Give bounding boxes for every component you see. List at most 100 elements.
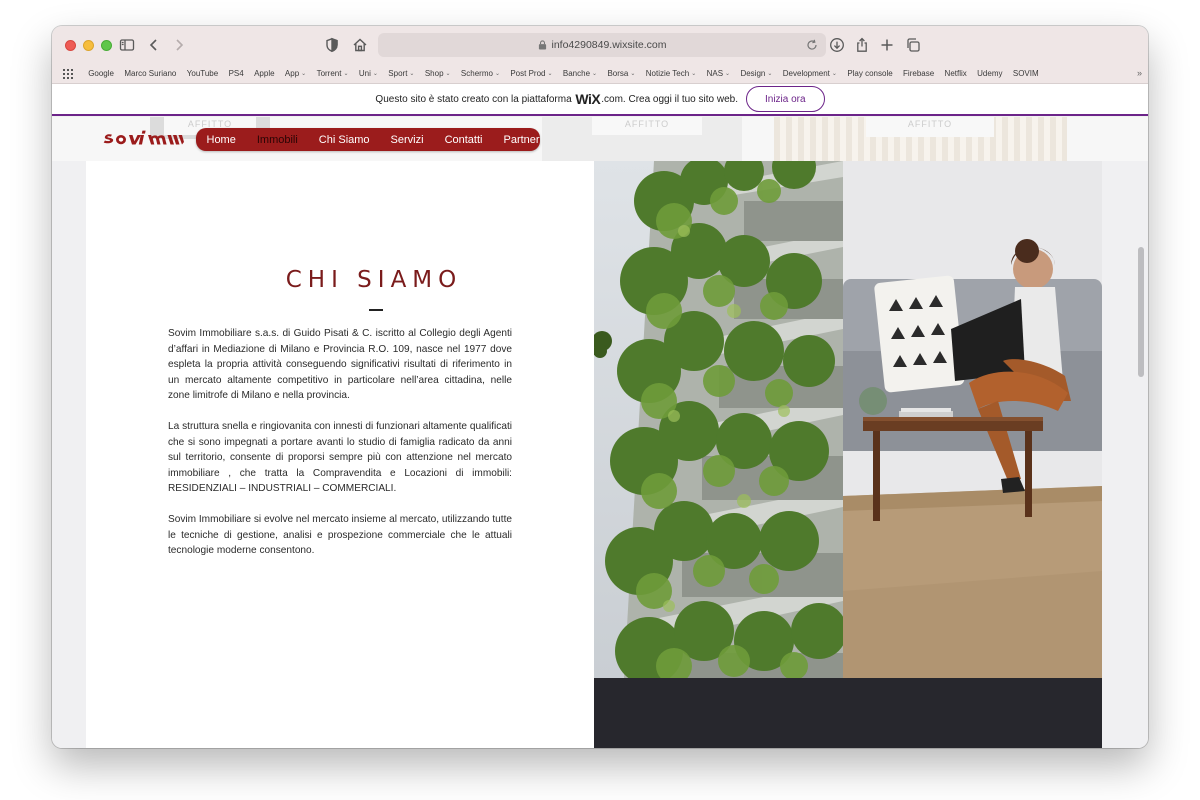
bookmark-label: Firebase [903, 69, 935, 78]
bookmark-item[interactable]: Borsa ⌄ [602, 69, 640, 78]
bookmark-item[interactable]: Shop ⌄ [420, 69, 456, 78]
nav-item-immobili[interactable]: Immobili [246, 134, 308, 146]
wix-banner-text: Questo sito è stato creato con la piatta… [375, 93, 572, 105]
bookmark-label: Shop [424, 69, 444, 78]
bookmark-label: Development [782, 69, 830, 78]
share-icon[interactable] [853, 36, 871, 54]
reload-icon[interactable] [806, 39, 818, 51]
bookmarks-bar: Google Marco Suriano YouTube PS4 Apple App ⌄ To… [52, 64, 1148, 84]
nav-item-contatti[interactable]: Contatti [434, 134, 493, 146]
bookmark-item[interactable]: Apple [249, 69, 280, 78]
chevron-down-icon: ⌄ [592, 71, 598, 77]
bookmark-item[interactable]: Netflix [939, 69, 972, 78]
bookmark-item[interactable]: PS4 [223, 69, 249, 78]
bookmark-item[interactable]: Torrent ⌄ [311, 69, 353, 78]
bookmark-label: YouTube [186, 69, 219, 78]
vertical-forest-image [594, 161, 843, 678]
section-title: CHI SIAMO [285, 267, 463, 293]
forward-icon[interactable] [170, 36, 188, 54]
wix-banner-text-after: .com. Crea oggi il tuo sito web. [601, 93, 738, 105]
bookmark-label: NAS [706, 69, 724, 78]
chevron-down-icon: ⌄ [725, 71, 731, 77]
bookmark-label: Netflix [944, 69, 967, 78]
home-icon[interactable] [351, 36, 369, 54]
bookmark-label: App [284, 69, 300, 78]
bookmark-item[interactable]: Sport ⌄ [383, 69, 420, 78]
bookmark-label: Notizie Tech [645, 69, 690, 78]
address-bar[interactable]: info4290849.wixsite.com [378, 33, 826, 57]
lock-icon [538, 40, 546, 50]
nav-item-partner[interactable]: Partner [493, 134, 550, 146]
new-tab-icon[interactable] [878, 36, 896, 54]
listing-thumb[interactable]: AFFITTO [774, 117, 1067, 161]
bookmark-item[interactable]: Development ⌄ [778, 69, 843, 78]
zoom-window-button[interactable] [101, 39, 112, 51]
bookmark-item[interactable]: Marco Suriano [119, 69, 181, 78]
bookmark-label: Torrent [316, 69, 342, 78]
bookmark-item[interactable]: YouTube [182, 69, 224, 78]
page-scrollbar[interactable] [1138, 247, 1144, 377]
chevron-down-icon: ⌄ [301, 71, 307, 77]
apps-grid-icon[interactable] [63, 68, 73, 79]
tab-overview-icon[interactable] [904, 36, 922, 54]
bookmark-item[interactable]: Schermo ⌄ [456, 69, 505, 78]
more-bookmarks-icon[interactable]: » [1137, 68, 1142, 78]
chi-siamo-section: CHI SIAMO Sovim Immobiliare s.a.s. di Gu… [86, 161, 1102, 748]
privacy-shield-icon[interactable] [323, 36, 341, 54]
page-viewport: AFFITTO AFFITTO AFFITTO Home Immobili Chi … [52, 117, 1148, 748]
nav-item-chi-siamo[interactable]: Chi Siamo [308, 134, 380, 146]
bookmark-item[interactable]: Post Prod ⌄ [505, 69, 558, 78]
title-divider [369, 309, 383, 311]
bookmark-item[interactable]: Uni ⌄ [354, 69, 383, 78]
chevron-down-icon: ⌄ [831, 71, 837, 77]
chi-siamo-paragraph: Sovim Immobiliare si evolve nel mercato … [168, 514, 512, 556]
bookmark-item[interactable]: SOVIM [1008, 69, 1044, 78]
back-icon[interactable] [145, 36, 163, 54]
bookmark-item[interactable]: App ⌄ [280, 69, 312, 78]
bookmark-label: Schermo [460, 69, 493, 78]
url-text: info4290849.wixsite.com [551, 39, 667, 51]
start-now-button[interactable]: Inizia ora [745, 86, 825, 112]
main-navigation: Home Immobili Chi Siamo Servizi Contatti Part… [196, 128, 540, 151]
browser-toolbar: info4290849.wixsite.com [52, 26, 1148, 64]
bookmark-label: Apple [254, 69, 275, 78]
nav-item-home[interactable]: Home [196, 134, 246, 146]
chevron-down-icon: ⌄ [343, 71, 349, 77]
woman-reading-image [843, 161, 1102, 678]
chevron-down-icon: ⌄ [409, 71, 415, 77]
bookmark-label: Play console [847, 69, 893, 78]
chi-siamo-paragraph: La struttura snella e ringiovanita con i… [168, 421, 512, 494]
bookmark-item[interactable]: NAS ⌄ [701, 69, 735, 78]
bookmark-item[interactable]: Design ⌄ [735, 69, 777, 78]
bookmark-item[interactable]: Banche ⌄ [558, 69, 603, 78]
bookmark-label: Design [740, 69, 766, 78]
bookmark-label: Borsa [607, 69, 629, 78]
minimize-window-button[interactable] [83, 39, 94, 51]
download-icon[interactable] [828, 36, 846, 54]
browser-window: info4290849.wixsite.com Google Marco Suri… [52, 26, 1148, 748]
listing-thumb[interactable]: AFFITTO [542, 117, 742, 161]
bookmark-label: Google [88, 69, 114, 78]
dark-footer-band [594, 678, 1102, 748]
close-window-button[interactable] [65, 39, 76, 51]
bookmark-label: Udemy [977, 69, 1003, 78]
sovim-logo[interactable] [102, 127, 184, 151]
nav-item-servizi[interactable]: Servizi [380, 134, 434, 146]
bookmark-item[interactable]: Notizie Tech ⌄ [641, 69, 702, 78]
chevron-down-icon: ⌄ [767, 71, 773, 77]
bookmark-item[interactable]: Udemy [972, 69, 1008, 78]
bookmark-label: PS4 [228, 69, 244, 78]
wix-promo-banner: Questo sito è stato creato con la piatta… [52, 84, 1148, 116]
chi-siamo-text: Sovim Immobiliare s.a.s. di Guido Pisati… [168, 326, 512, 574]
sidebar-icon[interactable] [118, 36, 136, 54]
bookmark-item[interactable]: Google [83, 69, 119, 78]
chevron-down-icon: ⌄ [691, 71, 697, 77]
bookmark-item[interactable]: Firebase [898, 69, 940, 78]
chevron-down-icon: ⌄ [494, 71, 500, 77]
listing-label: AFFITTO [866, 117, 994, 137]
listing-label: AFFITTO [592, 117, 702, 135]
chevron-down-icon: ⌄ [372, 71, 378, 77]
window-controls [65, 39, 112, 51]
bookmark-item[interactable]: Play console [842, 69, 898, 78]
bookmark-label: Marco Suriano [124, 69, 177, 78]
